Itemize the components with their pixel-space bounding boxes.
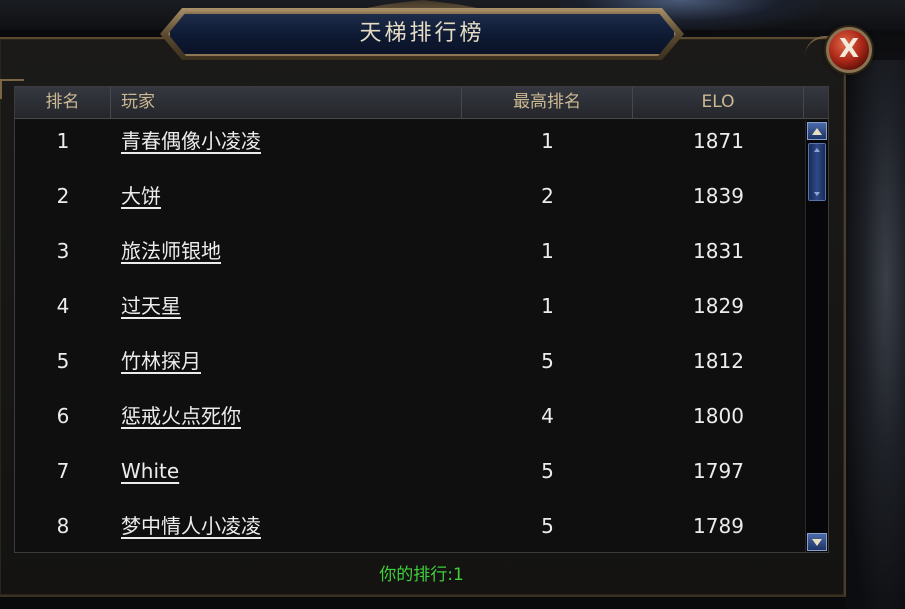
elo-cell: 1797 [693, 459, 744, 483]
grip-down-icon [814, 192, 820, 196]
game-screen: 天梯排行榜 X 排名 玩家 最高排名 ELO 1 青春偶像小凌凌 1 1 8 7 1 … [0, 0, 905, 609]
player-link[interactable]: 梦中情人小凌凌 [121, 504, 461, 552]
table-row: 1 青春偶像小凌凌 1 1871 [15, 119, 804, 174]
column-header-rank: 排名 [15, 87, 111, 118]
table-row: 6 惩戒火点死你 4 1800 [15, 394, 804, 449]
ladder-table: 排名 玩家 最高排名 ELO 1 青春偶像小凌凌 1 1871 2 大饼 2 1… [14, 86, 829, 553]
best-rank-cell: 1 [541, 129, 554, 153]
best-rank-cell: 4 [541, 404, 554, 428]
background-scene [846, 60, 905, 609]
best-rank-cell: 5 [541, 459, 554, 483]
player-link[interactable]: 大饼 [121, 174, 461, 229]
elo-cell: 1831 [693, 239, 744, 263]
player-link[interactable]: 竹林探月 [121, 339, 461, 394]
arrow-up-icon [812, 128, 822, 135]
player-link[interactable]: 过天星 [121, 284, 461, 339]
table-row: 3 旅法师银地 1 1831 [15, 229, 804, 284]
best-rank-cell: 5 [541, 514, 554, 538]
rank-cell: 3 [56, 239, 70, 263]
scroll-up-button[interactable] [807, 122, 827, 140]
close-button[interactable]: X [826, 27, 872, 73]
table-body: 1 青春偶像小凌凌 1 1871 2 大饼 2 1839 3 旅法师银地 1 1… [15, 119, 804, 552]
table-row: 5 竹林探月 5 1812 [15, 339, 804, 394]
rank-cell: 6 [56, 404, 70, 428]
best-rank-cell: 1 [541, 294, 554, 318]
rank-cell: 2 [56, 184, 70, 208]
my-rank-label: 你的排行:1 [379, 565, 464, 585]
table-row: 8 梦中情人小凌凌 5 1789 [15, 504, 804, 552]
table-row: 7 White 5 1797 [15, 449, 804, 504]
rank-cell: 5 [56, 349, 70, 373]
column-header-best-rank: 最高排名 [462, 87, 633, 118]
dialog-title: 天梯排行榜 [359, 21, 485, 46]
table-row: 2 大饼 2 1839 [15, 174, 804, 229]
rank-cell: 4 [56, 294, 70, 318]
column-header-elo: ELO [633, 87, 804, 118]
rank-cell: 7 [56, 459, 70, 483]
scroll-down-button[interactable] [807, 533, 827, 551]
player-link[interactable]: 旅法师银地 [121, 229, 461, 284]
column-header-scroll-spacer [804, 87, 828, 118]
elo-cell: 1871 [693, 129, 744, 153]
best-rank-cell: 1 [541, 239, 554, 263]
table-scrollbar[interactable] [805, 121, 828, 552]
rank-cell: 1 [56, 129, 70, 153]
elo-cell: 1839 [693, 184, 744, 208]
rank-cell: 8 [56, 514, 70, 538]
arrow-down-icon [812, 539, 822, 546]
best-rank-cell: 2 [541, 184, 554, 208]
scroll-thumb[interactable] [808, 143, 826, 201]
elo-cell: 1789 [693, 514, 744, 538]
player-link[interactable]: 惩戒火点死你 [121, 394, 461, 449]
elo-cell: 1812 [693, 349, 744, 373]
player-link[interactable]: White [121, 449, 461, 504]
table-row: 4 过天星 1 1829 [15, 284, 804, 339]
column-header-player: 玩家 [111, 87, 462, 118]
table-header: 排名 玩家 最高排名 ELO [15, 87, 828, 119]
elo-cell: 1800 [693, 404, 744, 428]
elo-cell: 1829 [693, 294, 744, 318]
grip-up-icon [814, 148, 820, 152]
player-link[interactable]: 青春偶像小凌凌 [121, 119, 461, 174]
best-rank-cell: 5 [541, 349, 554, 373]
close-icon: X [838, 34, 860, 64]
